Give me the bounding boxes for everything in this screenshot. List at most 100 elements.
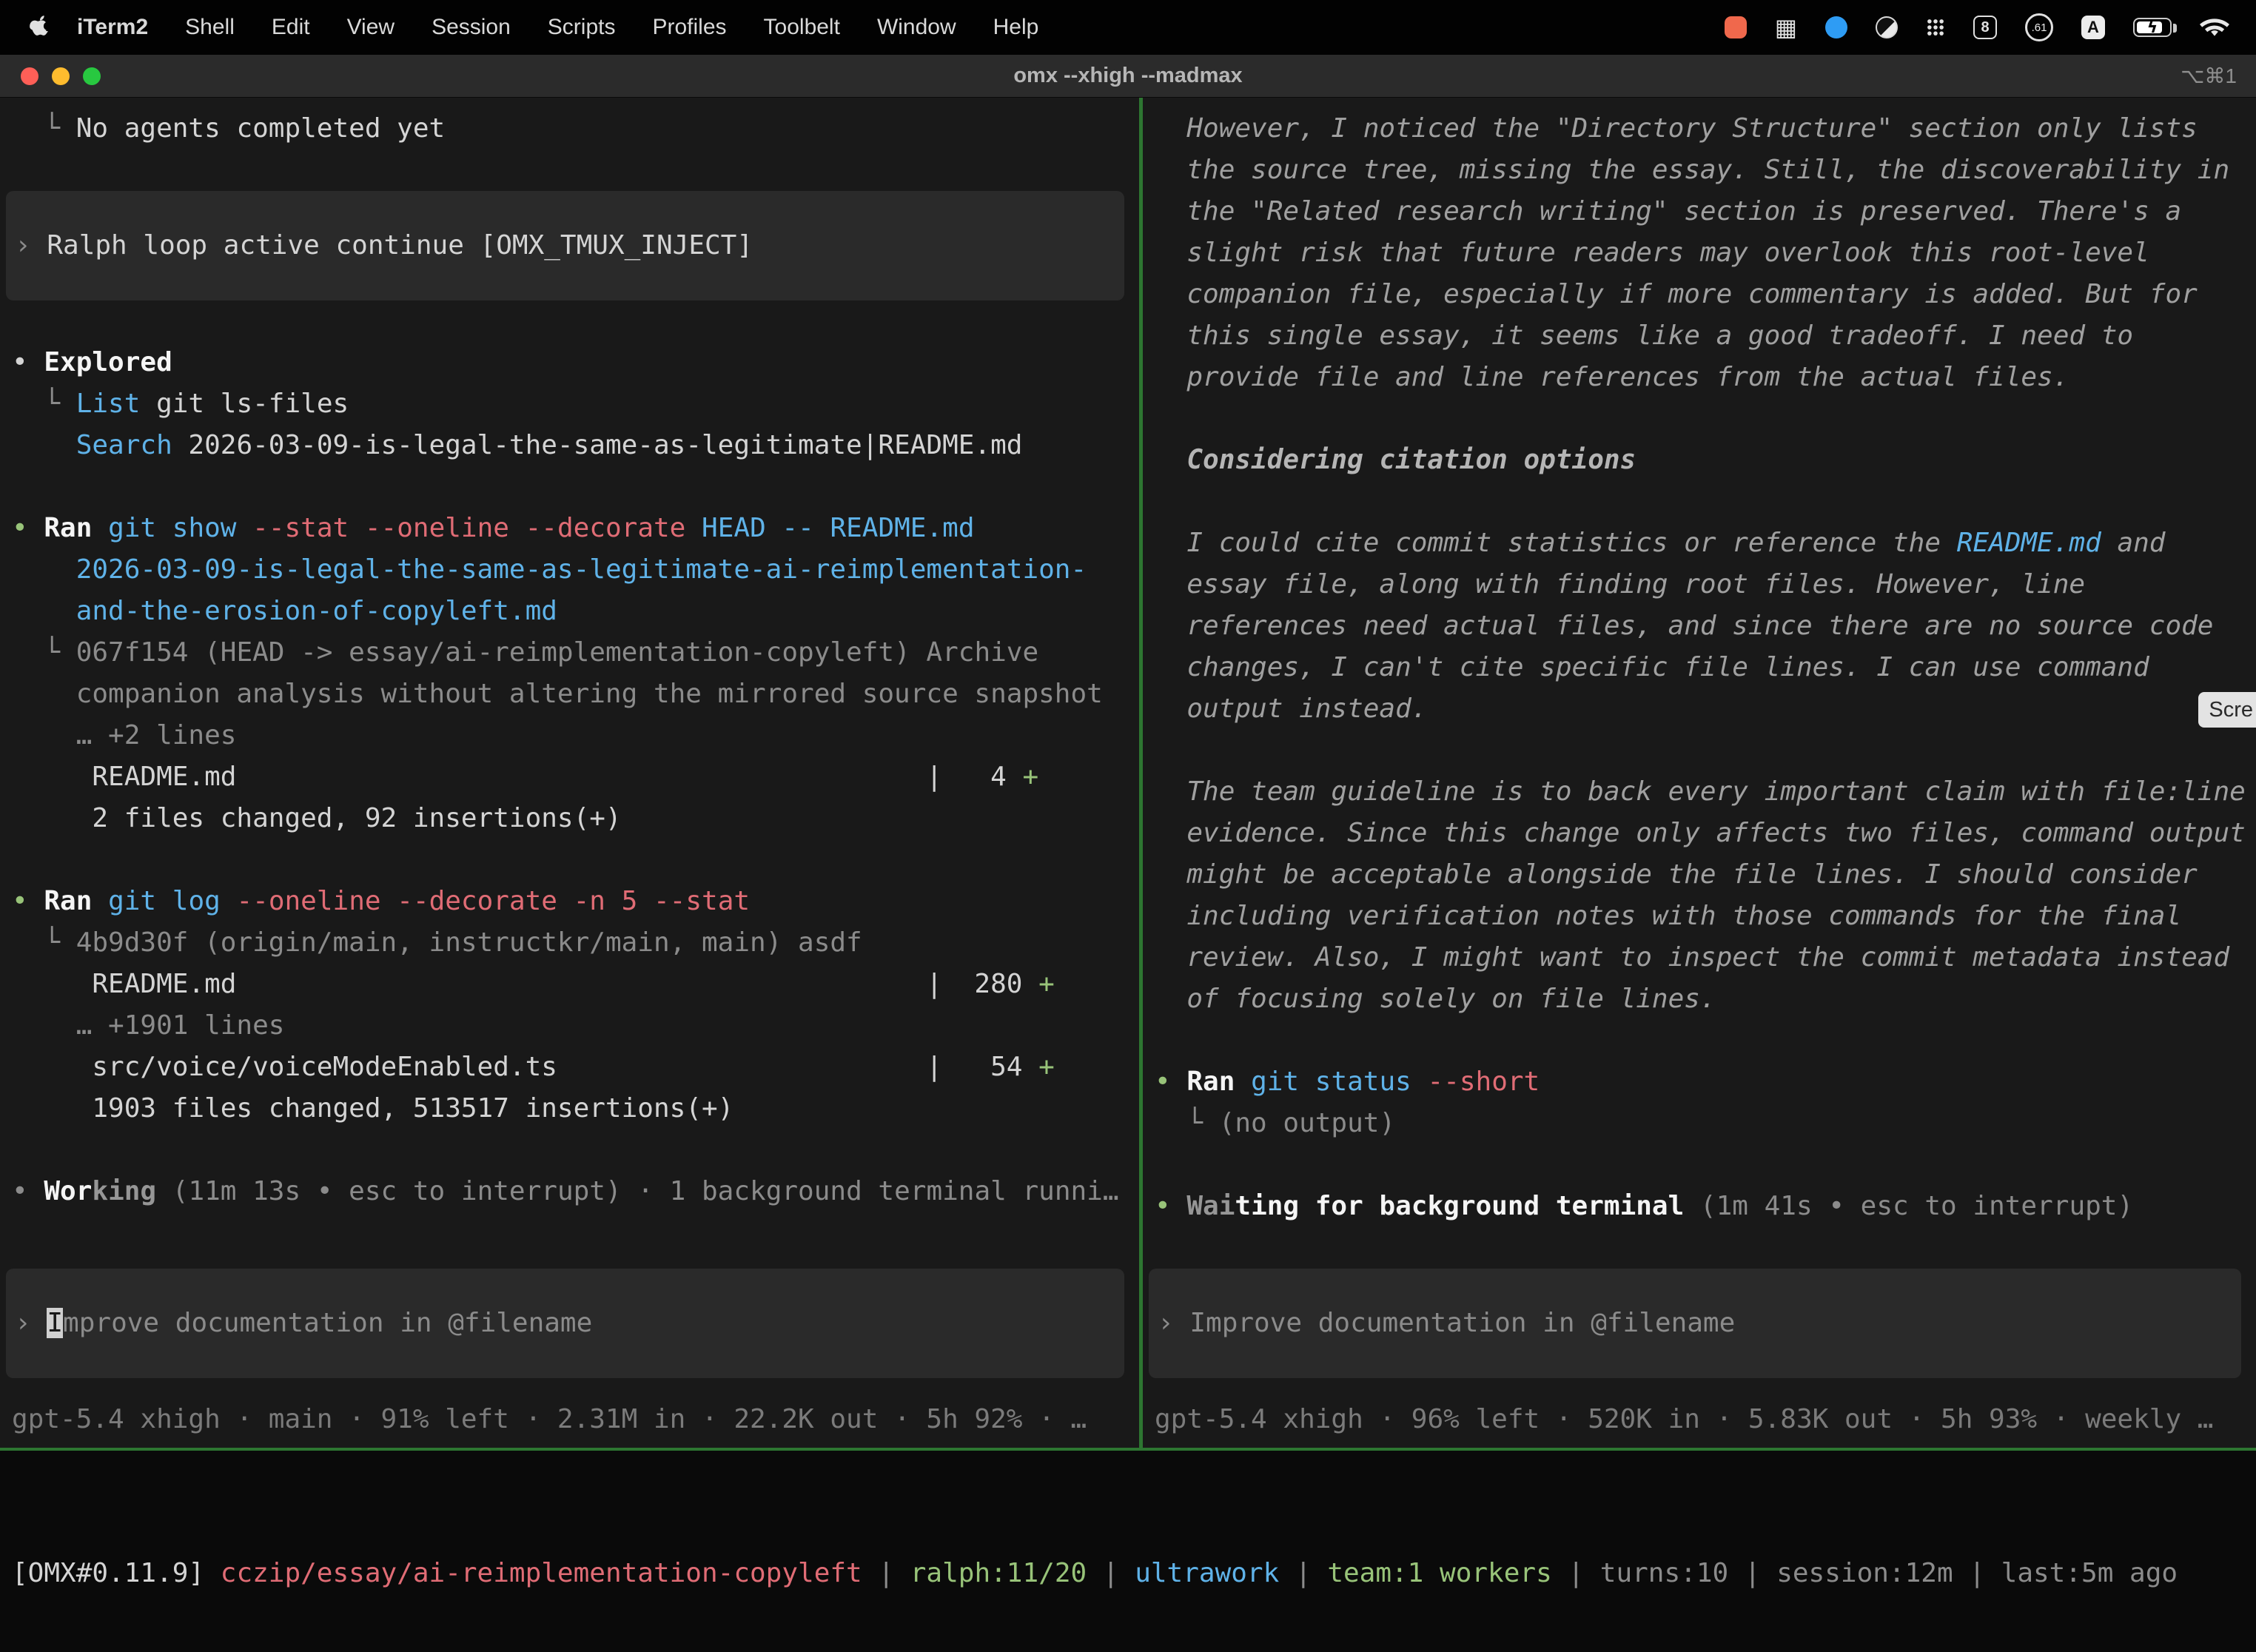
git-log-output: src/voice/voiceModeEnabled.ts | 54 + bbox=[0, 1047, 1139, 1088]
blank-line bbox=[0, 1129, 1139, 1171]
blue-app-icon[interactable] bbox=[1825, 16, 1847, 38]
blank-line bbox=[1143, 481, 2256, 523]
zoom-window-button[interactable] bbox=[83, 67, 101, 85]
thinking-text: this single essay, it seems like a good … bbox=[1143, 315, 2256, 357]
thinking-text: might be acceptable alongside the file l… bbox=[1143, 854, 2256, 896]
apple-icon bbox=[30, 15, 50, 40]
screen: iTerm2 ShellEditViewSessionScriptsProfil… bbox=[0, 0, 2256, 1652]
menu-edit[interactable]: Edit bbox=[253, 15, 329, 40]
prompt-input[interactable]: › Improve documentation in @filename bbox=[1149, 1269, 2241, 1378]
thinking-text: the "Related research writing" section i… bbox=[1143, 191, 2256, 232]
window-shortcut-badge: ⌥⌘1 bbox=[2181, 64, 2237, 88]
waiting-status: • Waiting for background terminal (1m 41… bbox=[1143, 1186, 2256, 1227]
model-status-bar: gpt-5.4 xhigh · 96% left · 520K in · 5.8… bbox=[1143, 1399, 2256, 1440]
model-status-text: gpt-5.4 xhigh · main · 91% left · 2.31M … bbox=[0, 1399, 1139, 1440]
git-show-output: └ 067f154 (HEAD -> essay/ai-reimplementa… bbox=[0, 632, 1139, 674]
thinking-text: of focusing solely on file lines. bbox=[1143, 978, 2256, 1020]
dots-grid-icon[interactable] bbox=[1926, 18, 1945, 37]
git-show-output: … +2 lines bbox=[0, 715, 1139, 756]
menu-bar-left: iTerm2 ShellEditViewSessionScriptsProfil… bbox=[30, 15, 1057, 40]
thinking-text: essay file, along with finding root file… bbox=[1143, 564, 2256, 605]
menu-shell[interactable]: Shell bbox=[167, 15, 253, 40]
model-status-text: gpt-5.4 xhigh · 96% left · 520K in · 5.8… bbox=[1143, 1399, 2256, 1440]
blank-line bbox=[1143, 1144, 2256, 1186]
blank-line bbox=[0, 150, 1139, 191]
model-status-bar: gpt-5.4 xhigh · main · 91% left · 2.31M … bbox=[0, 1399, 1139, 1440]
blank-line bbox=[1143, 398, 2256, 440]
menu-toolbelt[interactable]: Toolbelt bbox=[745, 15, 859, 40]
thinking-text: provide file and line references from th… bbox=[1143, 357, 2256, 398]
tool-search: Search 2026-03-09-is-legal-the-same-as-l… bbox=[0, 425, 1139, 466]
dark-circle-app-icon[interactable] bbox=[1876, 16, 1898, 38]
blank-line bbox=[0, 300, 1139, 342]
screen-edge-tooltip: Scre bbox=[2198, 692, 2256, 728]
window-title-bar: omx --xhigh --madmax ⌥⌘1 bbox=[0, 55, 2256, 98]
battery-percentage-icon[interactable]: .61 bbox=[2025, 13, 2053, 41]
thinking-text: review. Also, I might want to inspect th… bbox=[1143, 937, 2256, 978]
macos-menu-bar: iTerm2 ShellEditViewSessionScriptsProfil… bbox=[0, 0, 2256, 55]
wifi-icon[interactable] bbox=[2200, 16, 2229, 38]
thinking-text: evidence. Since this change only affects… bbox=[1143, 813, 2256, 854]
blank-line bbox=[0, 839, 1139, 881]
git-show-output: 2 files changed, 92 insertions(+) bbox=[0, 798, 1139, 839]
pane-scrollback: └ No agents completed yet › Ralph loop ac… bbox=[0, 108, 1139, 1212]
prompt-input-text: › Improve documentation in @filename bbox=[1149, 1303, 2241, 1344]
screen-recording-indicator-icon[interactable] bbox=[1725, 16, 1747, 38]
git-status-output: └ (no output) bbox=[1143, 1103, 2256, 1144]
ralph-loop-banner-text: › Ralph loop active continue [OMX_TMUX_I… bbox=[6, 225, 1124, 266]
window-title: omx --xhigh --madmax bbox=[1013, 64, 1242, 88]
menu-profiles[interactable]: Profiles bbox=[634, 15, 745, 40]
git-log-output: └ 4b9d30f (origin/main, instructkr/main,… bbox=[0, 922, 1139, 964]
blank-line bbox=[0, 466, 1139, 508]
input-source-icon[interactable]: A bbox=[2081, 16, 2105, 39]
close-window-button[interactable] bbox=[21, 67, 38, 85]
thinking-text: However, I noticed the "Directory Struct… bbox=[1143, 108, 2256, 150]
thinking-text: companion file, especially if more comme… bbox=[1143, 274, 2256, 315]
tmux-pane-right[interactable]: However, I noticed the "Directory Struct… bbox=[1143, 98, 2256, 1448]
thinking-text: I could cite commit statistics or refere… bbox=[1143, 523, 2256, 564]
menu-items: ShellEditViewSessionScriptsProfilesToolb… bbox=[167, 15, 1057, 40]
git-show-arg: and-the-erosion-of-copyleft.md bbox=[0, 591, 1139, 632]
block-cursor: I bbox=[47, 1308, 63, 1338]
git-log-output: … +1901 lines bbox=[0, 1005, 1139, 1047]
omx-status-line: [OMX#0.11.9] cczip/essay/ai-reimplementa… bbox=[12, 1553, 2256, 1594]
key-app-icon[interactable]: 8 bbox=[1973, 16, 1997, 39]
thinking-text: slight risk that future readers may over… bbox=[1143, 232, 2256, 274]
traffic-lights bbox=[0, 67, 101, 85]
pane-scrollback: However, I noticed the "Directory Struct… bbox=[1143, 108, 2256, 1227]
battery-icon[interactable]: ϟ bbox=[2133, 18, 2172, 37]
menu-help[interactable]: Help bbox=[975, 15, 1058, 40]
thinking-heading: Considering citation options bbox=[1143, 440, 2256, 481]
ran-git-show: • Ran git show --stat --oneline --decora… bbox=[0, 508, 1139, 549]
thinking-text: changes, I can't cite specific file line… bbox=[1143, 647, 2256, 688]
git-show-output: README.md | 4 + bbox=[0, 756, 1139, 798]
menu-view[interactable]: View bbox=[329, 15, 413, 40]
apple-menu[interactable] bbox=[30, 15, 50, 40]
tool-list: └ List git ls-files bbox=[0, 383, 1139, 425]
agents-status-line: └ No agents completed yet bbox=[0, 108, 1139, 150]
battery-nub bbox=[2173, 24, 2177, 33]
keyboard-layout-icon[interactable]: ▦ bbox=[1775, 16, 1797, 39]
explored-header: • Explored bbox=[0, 342, 1139, 383]
thinking-text: references need actual files, and since … bbox=[1143, 605, 2256, 647]
menu-window[interactable]: Window bbox=[859, 15, 975, 40]
git-show-arg: 2026-03-09-is-legal-the-same-as-legitima… bbox=[0, 549, 1139, 591]
working-status: • Working (11m 13s • esc to interrupt) ·… bbox=[0, 1171, 1139, 1212]
menu-session[interactable]: Session bbox=[413, 15, 529, 40]
menu-scripts[interactable]: Scripts bbox=[529, 15, 634, 40]
thinking-text: including verification notes with those … bbox=[1143, 896, 2256, 937]
minimize-window-button[interactable] bbox=[52, 67, 70, 85]
thinking-text: The team guideline is to back every impo… bbox=[1143, 771, 2256, 813]
prompt-input-text: › Improve documentation in @filename bbox=[6, 1303, 1124, 1344]
menu-app-name[interactable]: iTerm2 bbox=[62, 15, 167, 40]
blank-line bbox=[1143, 1020, 2256, 1061]
thinking-text: the source tree, missing the essay. Stil… bbox=[1143, 150, 2256, 191]
prompt-input[interactable]: › Improve documentation in @filename bbox=[6, 1269, 1124, 1378]
terminal: └ No agents completed yet › Ralph loop ac… bbox=[0, 98, 2256, 1448]
git-show-output: companion analysis without altering the … bbox=[0, 674, 1139, 715]
tmux-pane-left[interactable]: └ No agents completed yet › Ralph loop ac… bbox=[0, 98, 1139, 1448]
thinking-text: output instead. bbox=[1143, 688, 2256, 730]
blank-line bbox=[1143, 730, 2256, 771]
ran-git-status: • Ran git status --short bbox=[1143, 1061, 2256, 1103]
menu-bar-status-icons: ▦ 8 .61 A ϟ bbox=[1725, 13, 2229, 41]
